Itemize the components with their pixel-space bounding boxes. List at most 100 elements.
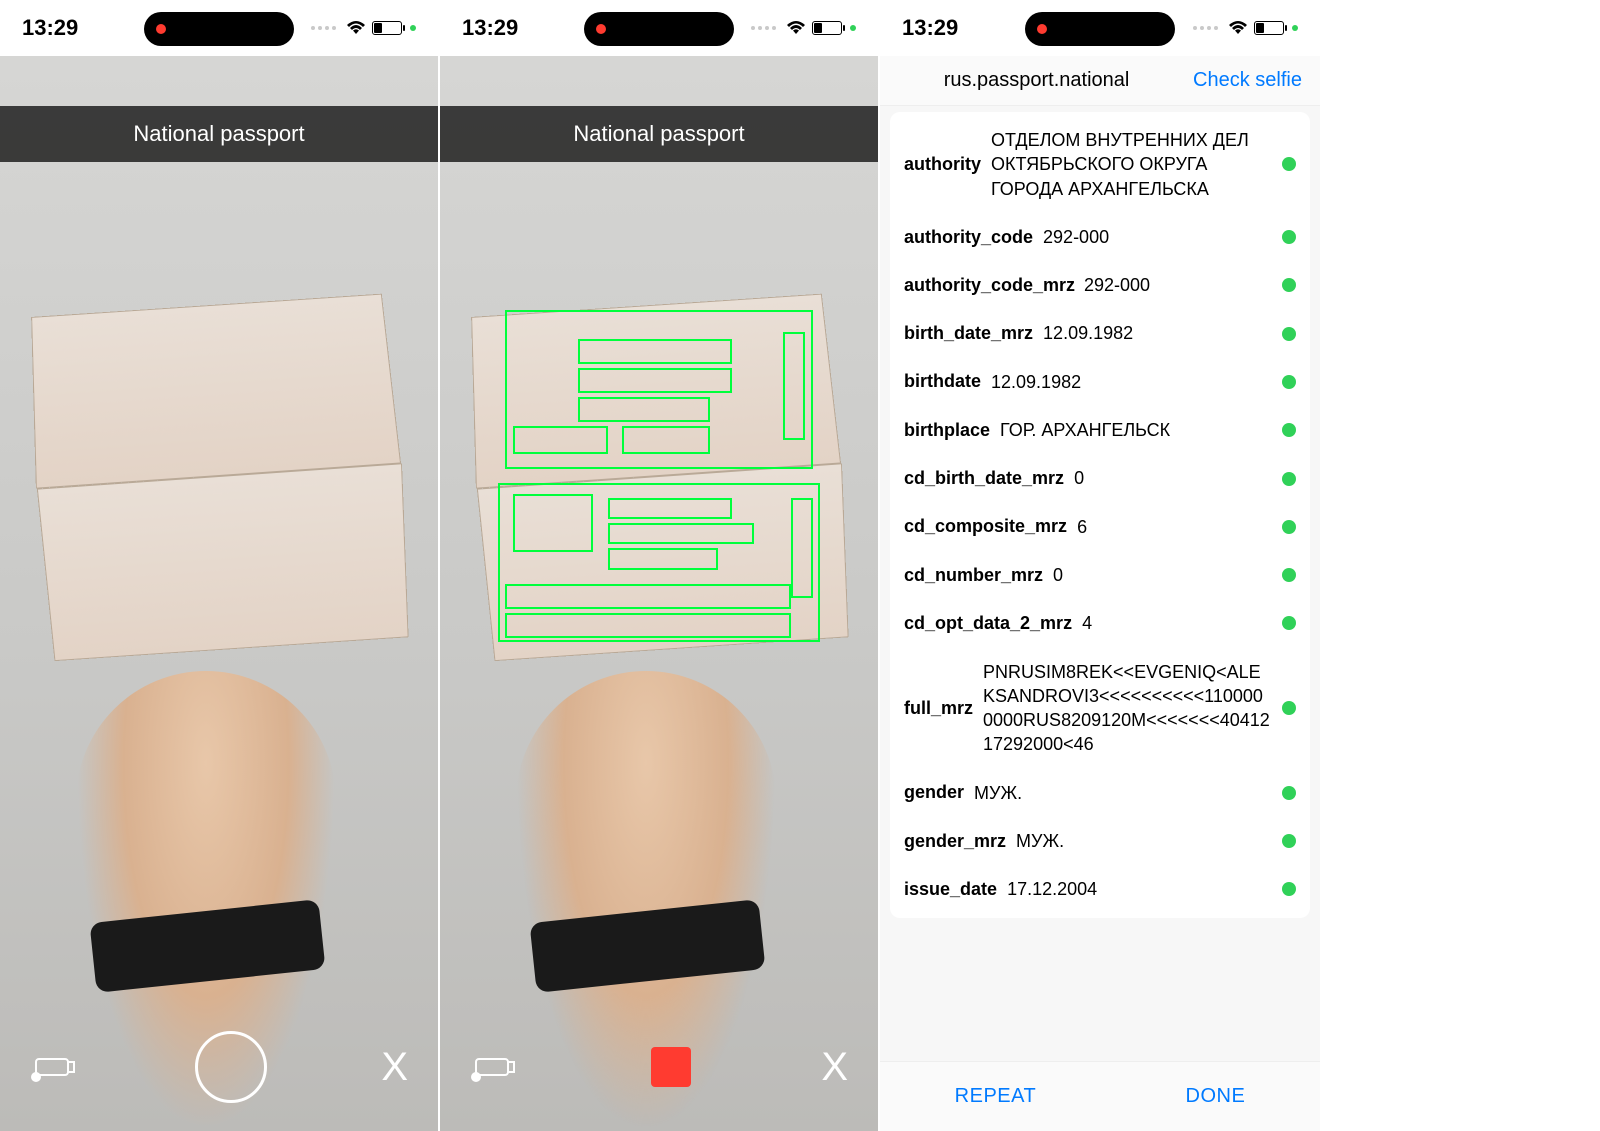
repeat-button[interactable]: REPEAT [955,1085,1037,1108]
detection-box [783,332,805,440]
field-key: authority_code [904,227,1033,248]
camera-active-dot-icon [1292,25,1298,31]
close-button[interactable]: X [821,1047,848,1087]
detection-box [608,548,718,570]
field-key: birth_date_mrz [904,323,1033,344]
recording-dot-icon [596,24,606,34]
status-ok-icon [1282,834,1296,848]
result-row[interactable]: issue_date17.12.2004 [890,865,1310,913]
dynamic-island [144,12,294,46]
field-value: 6 [1077,515,1272,539]
detection-box [622,426,710,455]
field-key: full_mrz [904,698,973,719]
status-ok-icon [1282,520,1296,534]
status-bar: 13:29 [880,0,1320,56]
camera-controls: X [440,1027,878,1107]
status-ok-icon [1282,472,1296,486]
field-key: gender [904,782,964,803]
status-ok-icon [1282,701,1296,715]
camera-viewport[interactable] [440,56,878,1131]
phone-camera-idle: 13:29 National passport [0,0,440,1131]
camera-title: National passport [133,121,304,147]
detection-box [608,523,754,545]
field-key: birthplace [904,420,990,441]
cellular-dots-icon [1193,26,1218,30]
status-ok-icon [1282,375,1296,389]
wifi-icon [346,21,366,35]
check-selfie-link[interactable]: Check selfie [1193,69,1302,92]
field-value: 0 [1053,563,1272,587]
field-value: 12.09.1982 [991,370,1272,394]
field-value: МУЖ. [974,781,1272,805]
flashlight-button[interactable] [470,1049,520,1085]
stop-button[interactable] [651,1047,691,1087]
result-row[interactable]: gender МУЖ. [890,769,1310,817]
detection-box [578,397,710,422]
recording-dot-icon [156,24,166,34]
field-value: 4 [1082,611,1272,635]
recording-dot-icon [1037,24,1047,34]
status-ok-icon [1282,157,1296,171]
field-value: ГОР. АРХАНГЕЛЬСК [1000,418,1272,442]
camera-title-bar: National passport [0,106,438,162]
result-row[interactable]: authority_code292-000 [890,213,1310,261]
cellular-dots-icon [311,26,336,30]
result-row[interactable]: cd_composite_mrz 6 [890,503,1310,551]
status-bar: 13:29 [0,0,438,56]
results-list[interactable]: authorityОТДЕЛОМ ВНУТРЕННИХ ДЕЛ ОКТЯБРЬС… [880,106,1320,1061]
battery-icon [812,21,842,35]
field-value: 0 [1074,466,1272,490]
detection-box [578,339,732,364]
battery-icon [372,21,402,35]
result-row[interactable]: authorityОТДЕЛОМ ВНУТРЕННИХ ДЕЛ ОКТЯБРЬС… [890,116,1310,213]
field-key: cd_number_mrz [904,565,1043,586]
results-nav: rus.passport.national Check selfie [880,56,1320,106]
result-row[interactable]: birthplace ГОР. АРХАНГЕЛЬСК [890,406,1310,454]
status-bar: 13:29 [440,0,878,56]
detection-box [578,368,732,393]
result-row[interactable]: authority_code_mrz292-000 [890,261,1310,309]
field-value: 12.09.1982 [1043,321,1272,345]
results-card: authorityОТДЕЛОМ ВНУТРЕННИХ ДЕЛ ОКТЯБРЬС… [890,112,1310,918]
field-key: cd_composite_mrz [904,516,1067,537]
camera-viewport[interactable] [0,56,438,1131]
result-row[interactable]: birth_date_mrz 12.09.1982 [890,309,1310,357]
done-button[interactable]: DONE [1186,1085,1246,1108]
result-row[interactable]: gender_mrzМУЖ. [890,817,1310,865]
status-ok-icon [1282,230,1296,244]
shutter-button[interactable] [195,1031,267,1103]
field-key: birthdate [904,371,981,392]
close-button[interactable]: X [381,1047,408,1087]
detection-box [791,498,813,599]
dynamic-island [584,12,734,46]
result-row[interactable]: cd_number_mrz 0 [890,551,1310,599]
wifi-icon [1228,21,1248,35]
phone-camera-detecting: 13:29 [440,0,880,1131]
field-key: authority [904,154,981,175]
status-right [1193,21,1298,35]
detection-box [513,426,608,455]
result-row[interactable]: full_mrz PNRUSIM8REK<<EVGENIQ<ALEKSANDROV… [890,648,1310,769]
status-ok-icon [1282,423,1296,437]
battery-icon [1254,21,1284,35]
field-value: 17.12.2004 [1007,877,1272,901]
camera-title: National passport [573,121,744,147]
phone-results: 13:29 rus.passport.national Check selfie… [880,0,1320,1131]
field-key: cd_birth_date_mrz [904,468,1064,489]
camera-active-dot-icon [410,25,416,31]
detection-box [505,613,790,638]
field-key: gender_mrz [904,831,1006,852]
flashlight-button[interactable] [30,1049,80,1085]
cellular-dots-icon [751,26,776,30]
result-row[interactable]: cd_opt_data_2_mrz4 [890,599,1310,647]
status-right [311,21,416,35]
wifi-icon [786,21,806,35]
document-type-label: rus.passport.national [944,69,1130,92]
result-row[interactable]: cd_birth_date_mrz 0 [890,454,1310,502]
status-right [751,21,856,35]
field-value: PNRUSIM8REK<<EVGENIQ<ALEKSANDROVI3<<<<<<… [983,660,1272,757]
result-row[interactable]: birthdate 12.09.1982 [890,358,1310,406]
status-ok-icon [1282,786,1296,800]
status-ok-icon [1282,278,1296,292]
field-key: authority_code_mrz [904,275,1074,296]
